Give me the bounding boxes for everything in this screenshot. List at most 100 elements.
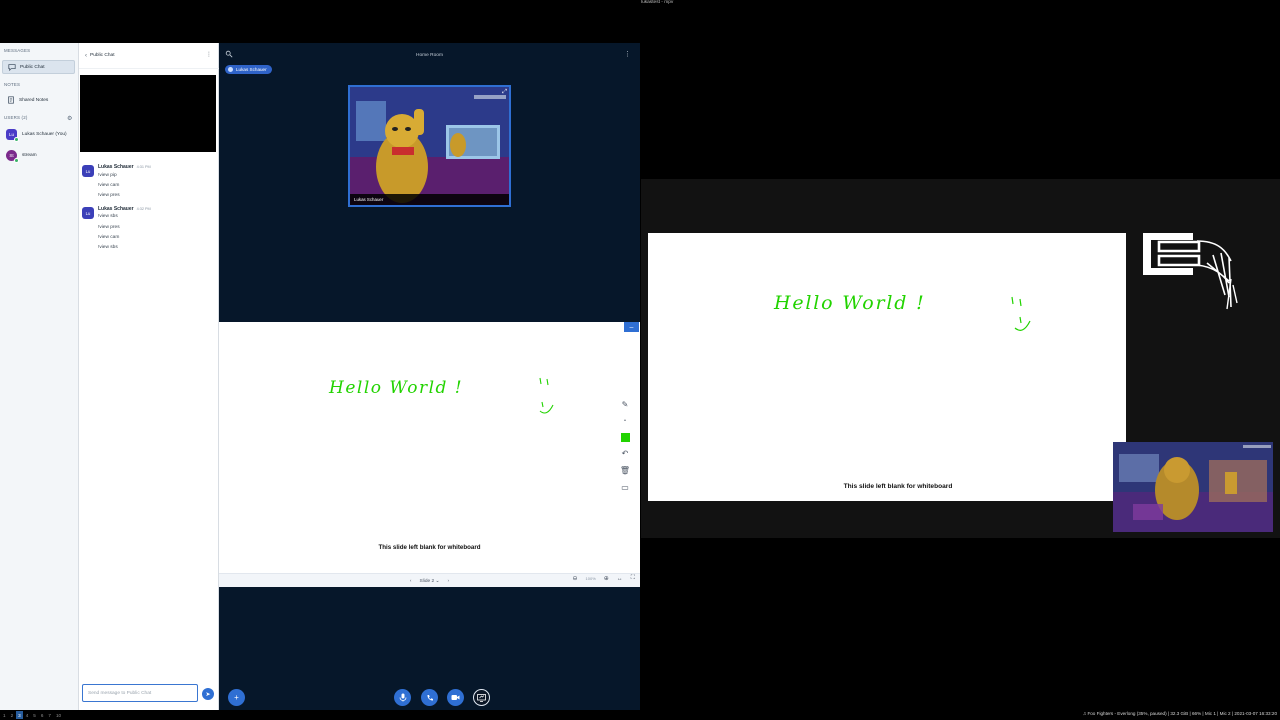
fit-width-icon[interactable]: ↔: [617, 576, 623, 582]
pencil-icon[interactable]: ✎: [622, 399, 629, 410]
nav-public-chat-label: Public Chat: [20, 64, 45, 70]
send-icon: ➤: [205, 691, 211, 698]
webcam-video-tile[interactable]: ⤢ Lukas Schauer: [348, 85, 511, 207]
workspace-10[interactable]: 10: [54, 711, 63, 719]
smiley-mouth: [1014, 316, 1031, 331]
message-line: !view sbs: [98, 245, 118, 250]
workspace-4[interactable]: 4: [24, 711, 31, 719]
message-line: !view cam: [98, 183, 120, 188]
audio-button[interactable]: [421, 689, 438, 706]
zoom-out-icon[interactable]: ⊖: [573, 575, 578, 582]
slide-selector[interactable]: Slide 2 ⌄: [419, 579, 439, 584]
presentation-area[interactable]: – Hello World ! ✎ • ↶ 🗑 ▭ This slide lef…: [219, 322, 640, 573]
webcam-image: [350, 87, 509, 205]
workspace-5[interactable]: 5: [31, 711, 38, 719]
microphone-button[interactable]: [394, 689, 411, 706]
avatar-initials: Lu: [8, 131, 14, 137]
chat-panel: ‹ Public Chat ⋮ Lu Lukas Schauer 4:31 PM …: [79, 43, 247, 710]
workspace-3[interactable]: 3: [16, 711, 23, 719]
more-options-icon[interactable]: ⋮: [206, 51, 212, 58]
plus-icon: +: [234, 693, 239, 702]
notes-icon: [6, 96, 15, 105]
smiley-mouth: [539, 401, 554, 414]
status-info: ♫ Foo Fighters - Everlong (35%, paused) …: [1082, 711, 1277, 716]
color-picker[interactable]: [620, 433, 630, 442]
mpv-whiteboard-annotation-text: Hello World !: [773, 292, 926, 314]
window-manager-status-bar: 1 2 3 4 5 6 7 10 ♫ Foo Fighters - Everlo…: [0, 710, 1280, 720]
nav-shared-notes[interactable]: Shared Notes: [2, 93, 75, 107]
zoom-controls: ⊖ 100% ⊕ ↔ ⛶: [573, 575, 636, 582]
screen-share-button[interactable]: [473, 689, 490, 706]
next-slide-icon[interactable]: ›: [448, 579, 450, 584]
trash-icon[interactable]: 🗑: [620, 465, 630, 476]
bigbluebutton-window: MESSAGES Public Chat NOTES Shared Notes …: [0, 43, 640, 710]
message-line: !view pres: [98, 193, 120, 198]
user-name: Lukas Schauer (You): [22, 131, 67, 137]
whiteboard-toolbar: ✎ • ↶ 🗑 ▭: [618, 399, 632, 493]
whiteboard-canvas[interactable]: Hello World !: [219, 322, 640, 544]
options-menu-icon[interactable]: ⋮: [624, 50, 631, 58]
chevron-left-icon[interactable]: ‹: [85, 53, 87, 59]
undo-icon[interactable]: ↶: [622, 448, 629, 459]
slide-selector-label: Slide 2: [419, 578, 435, 584]
smiley-eyes: [1011, 296, 1022, 307]
mpv-slide: Hello World ! This slide left blank for …: [648, 233, 1126, 501]
avatar: Lu: [6, 128, 19, 142]
chat-input-placeholder: Send message to Public Chat: [88, 690, 152, 696]
messages-section-title: MESSAGES: [4, 48, 31, 53]
gear-icon[interactable]: ⚙: [67, 115, 72, 122]
user-item-you[interactable]: Lu Lukas Schauer (You): [2, 127, 75, 142]
workspace-7[interactable]: 7: [46, 711, 53, 719]
previous-slide-icon[interactable]: ‹: [410, 579, 412, 584]
nav-public-chat[interactable]: Public Chat: [2, 60, 75, 74]
chat-video-preview: [80, 75, 216, 152]
multi-user-whiteboard-icon[interactable]: ▭: [621, 482, 629, 493]
message-line: !view cam: [98, 235, 120, 240]
mpv-webcam-image: [1113, 442, 1273, 532]
users-section-title: USERS (2): [4, 115, 28, 120]
talking-indicator: Lukas Schauer: [225, 65, 272, 74]
workspace-2[interactable]: 2: [9, 711, 16, 719]
avatar-initials: St: [9, 152, 14, 158]
webcam-caption: Lukas Schauer: [350, 194, 509, 205]
desktop: MESSAGES Public Chat NOTES Shared Notes …: [0, 0, 1280, 720]
nav-shared-notes-label: Shared Notes: [19, 97, 49, 103]
thickness-icon[interactable]: •: [624, 416, 626, 427]
online-indicator: [14, 136, 19, 142]
user-item-stream[interactable]: St stream: [2, 148, 75, 163]
user-list-panel: MESSAGES Public Chat NOTES Shared Notes …: [0, 43, 79, 710]
room-title: Home Room: [416, 53, 443, 58]
message-line: !view sbs: [98, 214, 118, 219]
microphone-icon: [399, 693, 406, 702]
talking-user-name: Lukas Schauer: [236, 67, 267, 72]
workspace-6[interactable]: 6: [39, 711, 46, 719]
message-author: Lukas Schauer 4:32 PM: [98, 206, 151, 212]
chat-icon: [7, 63, 16, 72]
send-message-button[interactable]: ➤: [202, 688, 214, 700]
chat-title: Public Chat: [90, 53, 115, 58]
zoom-in-icon[interactable]: ⊕: [604, 575, 609, 582]
avatar: Lu: [82, 207, 94, 219]
chat-message-input[interactable]: Send message to Public Chat: [82, 684, 198, 702]
mpv-slide-text: This slide left blank for whiteboard: [843, 483, 953, 490]
webcam-button[interactable]: [447, 689, 464, 706]
message-author-name: Lukas Schauer: [98, 206, 134, 212]
webcam-user-name: Lukas Schauer: [354, 197, 384, 202]
microphone-icon: [228, 67, 233, 72]
actions-plus-button[interactable]: +: [228, 689, 245, 706]
message-time: 4:32 PM: [136, 207, 151, 211]
user-name: stream: [22, 152, 37, 158]
mpv-player-window[interactable]: Hello World ! This slide left blank for …: [641, 179, 1280, 538]
fullscreen-icon[interactable]: ⤢: [502, 89, 507, 96]
zoom-level: 100%: [585, 576, 596, 581]
slide-text: This slide left blank for whiteboard: [378, 544, 481, 551]
message-line: !view pres: [98, 225, 120, 230]
message-author-name: Lukas Schauer: [98, 164, 134, 170]
workspace-1[interactable]: 1: [1, 711, 8, 719]
avatar: Lu: [82, 165, 94, 177]
fullscreen-icon[interactable]: ⛶: [631, 575, 635, 582]
online-indicator: [14, 157, 19, 163]
screen-share-icon: [477, 693, 486, 702]
mpv-window-title: lukastest - mpv: [641, 0, 674, 5]
message-line: !view pip: [98, 173, 117, 178]
